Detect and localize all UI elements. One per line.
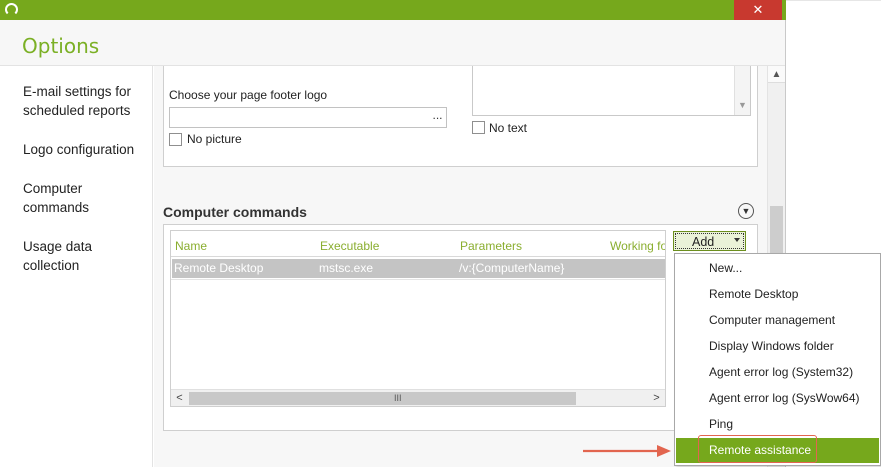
annotation-highlight-box	[698, 435, 817, 463]
cell-parameters: /v:{ComputerName}	[459, 261, 565, 275]
no-picture-label: No picture	[187, 132, 242, 146]
column-header-working-folder[interactable]: Working fo	[610, 239, 665, 253]
cell-name: Remote Desktop	[174, 261, 264, 275]
table-horizontal-scrollbar[interactable]: < III >	[171, 389, 665, 406]
options-header: Options	[0, 20, 785, 66]
section-title: Computer commands	[163, 204, 307, 220]
browse-button[interactable]: ...	[429, 108, 446, 127]
cell-executable: mstsc.exe	[319, 261, 374, 275]
column-header-executable[interactable]: Executable	[320, 239, 379, 253]
scroll-grip-icon: III	[394, 393, 402, 403]
column-header-name[interactable]: Name	[175, 239, 207, 253]
sidebar-item-logo-configuration[interactable]: Logo configuration	[23, 140, 148, 159]
chevron-left-icon[interactable]: <	[171, 390, 188, 406]
menu-item-computer-management[interactable]: Computer management	[676, 308, 879, 333]
title-bar[interactable]: ✕	[0, 0, 786, 20]
chevron-up-icon[interactable]: ▲	[768, 66, 785, 83]
commands-table: Name Executable Parameters Working fo Re…	[170, 230, 666, 407]
header-divider	[171, 256, 665, 257]
background-window	[786, 0, 881, 253]
sidebar-item-email-settings[interactable]: E-mail settings for scheduled reports	[23, 82, 148, 120]
row-divider	[171, 279, 665, 280]
menu-item-ping[interactable]: Ping	[676, 412, 879, 437]
app-logo-icon	[5, 3, 18, 16]
text-area-scrollbar[interactable]: ▼	[734, 66, 750, 115]
annotation-arrow-icon	[583, 445, 671, 457]
caret-down-icon	[734, 238, 740, 242]
no-picture-checkbox[interactable]	[169, 133, 182, 146]
close-button[interactable]: ✕	[734, 0, 782, 20]
sidebar-item-usage-data-collection[interactable]: Usage data collection	[23, 237, 118, 275]
menu-item-agent-error-log-system32[interactable]: Agent error log (System32)	[676, 360, 879, 385]
menu-item-new[interactable]: New...	[676, 256, 879, 281]
table-row[interactable]: Remote Desktop mstsc.exe /v:{ComputerNam…	[172, 259, 665, 278]
menu-item-remote-desktop[interactable]: Remote Desktop	[676, 282, 879, 307]
add-button[interactable]: Add	[673, 231, 746, 251]
chevron-down-icon[interactable]: ▼	[735, 97, 750, 114]
chevron-down-circle-icon[interactable]: ▼	[738, 203, 754, 219]
chevron-right-icon[interactable]: >	[648, 390, 665, 406]
menu-item-agent-error-log-syswow64[interactable]: Agent error log (SysWow64)	[676, 386, 879, 411]
footer-logo-label: Choose your page footer logo	[169, 88, 328, 102]
menu-item-display-windows-folder[interactable]: Display Windows folder	[676, 334, 879, 359]
no-text-checkbox[interactable]	[472, 121, 485, 134]
footer-logo-input[interactable]	[169, 107, 447, 128]
horizontal-scroll-thumb[interactable]: III	[189, 392, 576, 405]
column-header-parameters[interactable]: Parameters	[460, 239, 522, 253]
add-button-label: Add	[692, 235, 715, 249]
page-title: Options	[22, 34, 100, 58]
no-text-label: No text	[489, 121, 528, 135]
sidebar: E-mail settings for scheduled reports Lo…	[0, 66, 153, 467]
logo-text-area[interactable]	[472, 66, 751, 116]
sidebar-item-computer-commands[interactable]: Computer commands	[23, 179, 118, 217]
